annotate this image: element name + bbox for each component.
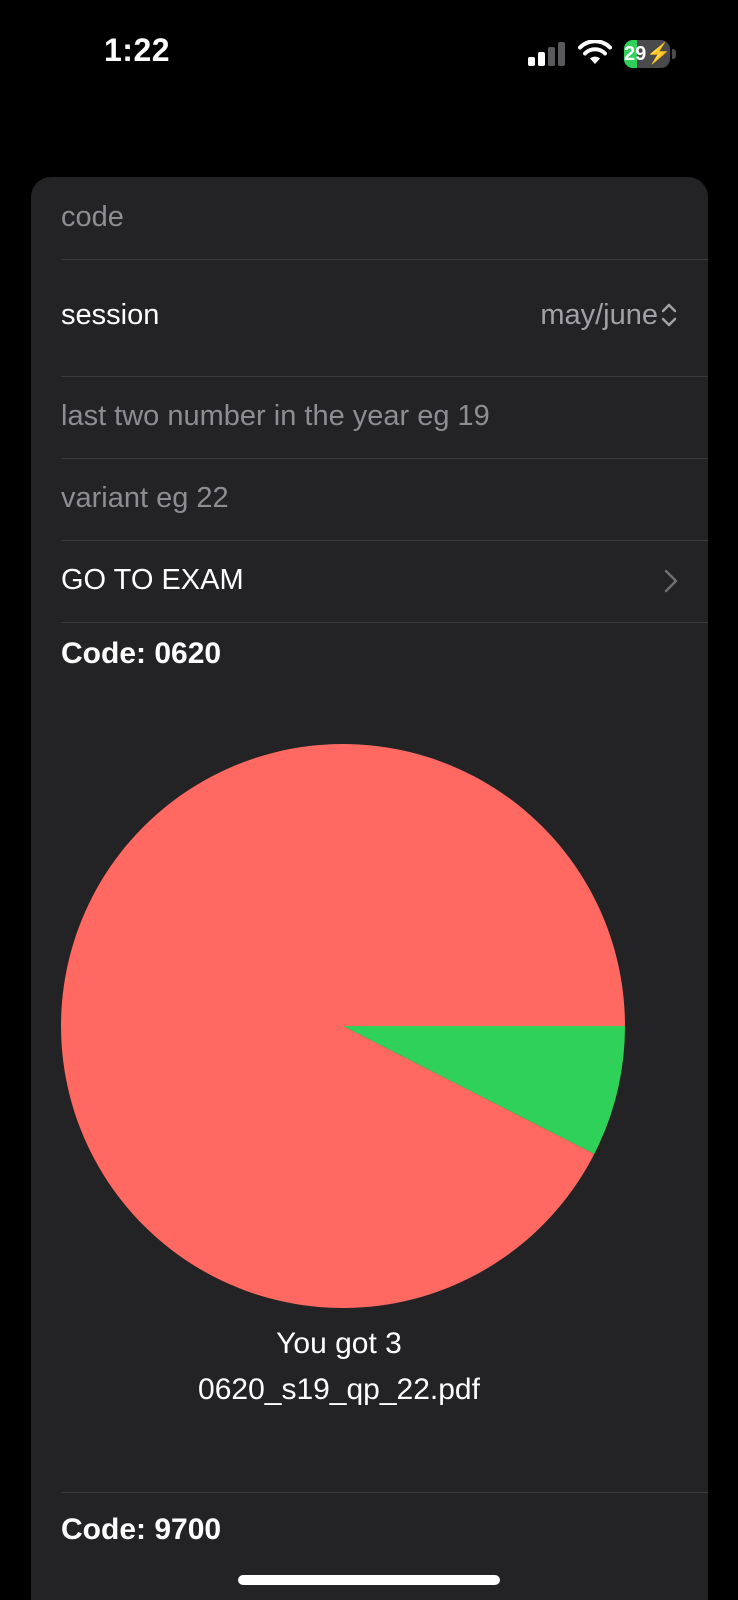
session-picker[interactable]: session may/june [61,259,708,377]
status-time: 1:22 [104,32,171,68]
wifi-icon [578,40,612,64]
go-to-exam-label: GO TO EXAM [61,564,244,596]
pie-slice-wrong [61,744,625,1308]
battery-icon: 29⚡ [624,40,676,68]
year-placeholder: last two number in the year eg 19 [61,400,490,432]
status-bar: 1:22 29⚡ [0,0,738,110]
variant-placeholder: variant eg 22 [61,482,229,514]
form-card: code session may/june last two number in… [31,177,708,1600]
signal-icon [528,42,565,66]
chevron-up-down-icon [661,303,677,327]
chevron-right-icon [664,569,678,593]
file-name: 0620_s19_qp_22.pdf [198,1373,480,1406]
session-label: session [61,299,160,331]
session-value: may/june [540,299,658,331]
code-placeholder: code [61,201,124,233]
screen: 1:22 29⚡ code session may/june last two … [0,0,738,1600]
battery-level: 29 [624,43,647,65]
go-to-exam-button[interactable]: GO TO EXAM [61,540,708,623]
year-field[interactable]: last two number in the year eg 19 [61,376,708,459]
score-text: You got 3 [276,1327,402,1360]
home-indicator [238,1575,500,1585]
variant-field[interactable]: variant eg 22 [61,458,708,541]
score-pie-chart [61,744,625,1308]
code-field[interactable]: code [61,177,708,260]
result-code-title: Code: 0620 [61,637,222,670]
divider [61,1492,708,1493]
result-code-title: Code: 9700 [61,1513,222,1546]
charging-bolt-icon: ⚡ [646,43,670,65]
